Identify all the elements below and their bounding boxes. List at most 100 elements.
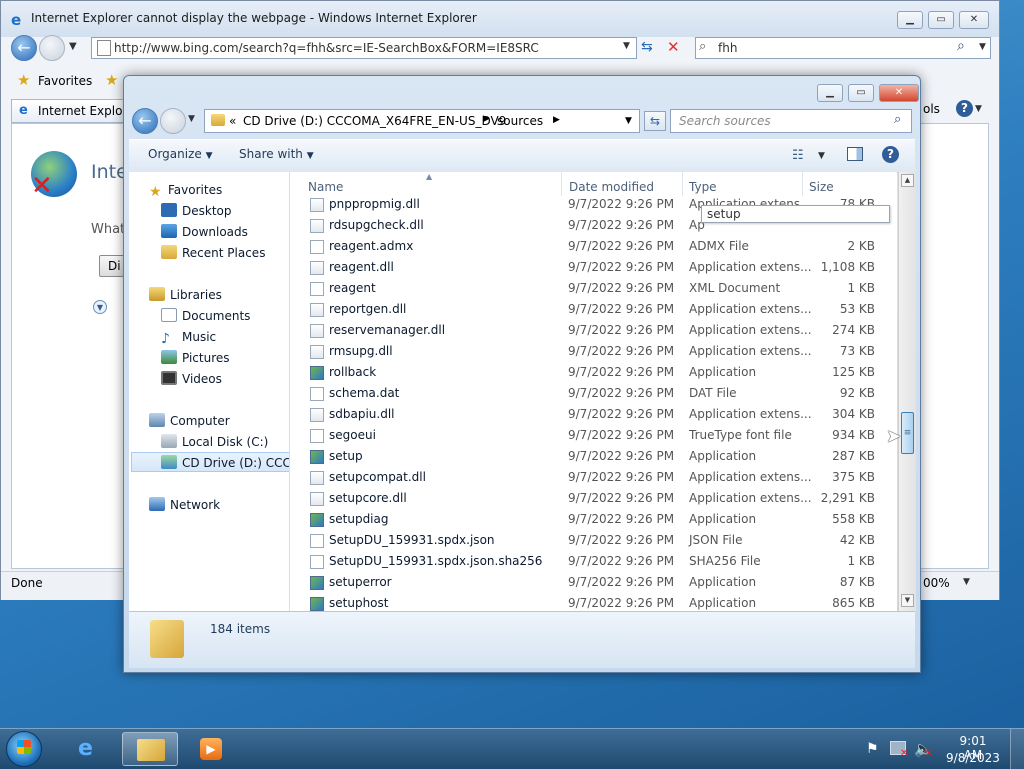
application-icon [310,597,324,611]
action-center-flag-icon[interactable]: ⚑ [866,741,879,757]
nav-network[interactable]: Network [149,495,220,515]
file-row[interactable]: sdbapiu.dll 9/7/2022 9:26 PM Application e… [290,404,897,425]
nav-recent-places[interactable]: Recent Places [161,243,265,263]
ie-maximize-button[interactable]: ▭ [928,11,954,29]
help-icon[interactable]: ? [956,100,973,117]
preview-pane-icon[interactable] [847,147,863,161]
file-row[interactable]: SetupDU_159931.spdx.json.sha256 9/7/2022 … [290,551,897,572]
zoom-dropdown-icon[interactable]: ▼ [963,577,970,587]
breadcrumb-separator-icon[interactable]: ▶ [483,114,490,124]
recent-pages-dropdown-icon[interactable]: ▼ [188,114,195,124]
computer-icon [149,413,165,427]
column-divider[interactable] [682,172,683,196]
explorer-maximize-button[interactable]: ▭ [848,84,874,102]
refresh-icon[interactable]: ⇆ [641,39,653,55]
zoom-level[interactable]: 00% [923,576,950,590]
file-row[interactable]: segoeui 9/7/2022 9:26 PM TrueType font fil… [290,425,897,446]
favorites-button[interactable]: Favorites [38,74,92,88]
refresh-icon[interactable]: ⇆ [644,111,666,131]
nav-videos[interactable]: Videos [161,369,222,389]
stop-icon[interactable]: ✕ [667,38,680,56]
file-row[interactable]: reagent.admx 9/7/2022 9:26 PM ADMX File 2 K… [290,236,897,257]
ie-close-button[interactable]: ✕ [959,11,989,29]
nav-local-disk[interactable]: Local Disk (C:) [161,432,268,452]
nav-libraries[interactable]: Libraries [149,285,222,305]
file-name: setup [329,449,363,463]
taskbar-ie[interactable]: e [60,732,116,766]
file-size: 287 KB [832,449,875,463]
nav-favorites[interactable]: ★ Favorites [149,180,222,200]
breadcrumb-separator-icon[interactable]: ▶ [553,115,560,125]
nav-pictures[interactable]: Pictures [161,348,230,368]
nav-documents[interactable]: Documents [161,306,250,326]
address-history-dropdown-icon[interactable]: ▼ [625,116,632,126]
column-header-size[interactable]: Size [809,180,834,194]
more-info-expand-icon[interactable]: ▼ [93,300,107,314]
column-header-date[interactable]: Date modified [569,180,654,194]
ie-search-box[interactable]: fhh [695,37,991,59]
column-divider[interactable] [561,172,562,196]
clock-date[interactable]: 9/8/2023 [946,751,1000,765]
nav-downloads[interactable]: Downloads [161,222,248,242]
breadcrumb-sources[interactable]: sources [497,114,543,128]
taskbar-media-player[interactable]: ▶ [184,732,240,766]
file-row[interactable]: setup 9/7/2022 9:26 PM Application 287 KB [290,446,897,467]
explorer-address-bar[interactable]: « CD Drive (D:) CCCOMA_X64FRE_EN-US_DV9 … [204,109,640,133]
explorer-search-box[interactable]: Search sources [670,109,912,133]
file-row[interactable]: setupcore.dll 9/7/2022 9:26 PM Application… [290,488,897,509]
view-options-dropdown-icon[interactable]: ▼ [818,151,825,161]
ie-minimize-button[interactable]: ▁ [897,11,923,29]
scroll-thumb[interactable]: ≡ [901,412,914,454]
nav-cd-drive[interactable]: CD Drive (D:) CCCOI [131,452,289,472]
file-row[interactable]: reservemanager.dll 9/7/2022 9:26 PM Applic… [290,320,897,341]
help-icon[interactable]: ? [882,146,899,163]
nav-label: Downloads [182,225,248,239]
breadcrumb-overflow[interactable]: « [229,114,236,128]
file-row[interactable]: reagent 9/7/2022 9:26 PM XML Document 1 KB [290,278,897,299]
file-row[interactable]: setupdiag 9/7/2022 9:26 PM Application 558 … [290,509,897,530]
scroll-down-arrow-icon[interactable]: ▼ [901,594,914,607]
ie-history-dropdown-icon[interactable]: ▼ [69,41,77,52]
search-icon[interactable]: ⌕ [894,112,901,127]
nav-computer[interactable]: Computer [149,411,230,431]
explorer-minimize-button[interactable]: ▁ [817,84,843,102]
search-icon[interactable]: ⌕ [957,38,965,54]
column-divider[interactable] [802,172,803,196]
file-row[interactable]: rmsupg.dll 9/7/2022 9:26 PM Application ex… [290,341,897,362]
local-disk-icon [161,434,177,448]
share-with-button[interactable]: Share with ▼ [239,147,314,161]
scroll-up-arrow-icon[interactable]: ▲ [901,174,914,187]
help-dropdown-icon[interactable]: ▼ [975,104,982,114]
file-date-modified: 9/7/2022 9:26 PM [568,239,675,253]
file-row[interactable]: setupcompat.dll 9/7/2022 9:26 PM Applicati… [290,467,897,488]
explorer-close-button[interactable]: ✕ [879,84,919,102]
add-favorites-icon[interactable]: ★ [105,71,118,89]
file-row[interactable]: schema.dat 9/7/2022 9:26 PM DAT File 92 KB [290,383,897,404]
change-view-icon[interactable]: ☷ [792,148,804,163]
ie-address-bar[interactable]: http://www.bing.com/search?q=fhh&src=IE-… [91,37,637,59]
file-row[interactable]: setuphost 9/7/2022 9:26 PM Application 865 … [290,593,897,611]
ie-forward-button[interactable] [39,35,65,61]
taskbar-explorer[interactable] [122,732,178,766]
file-list-scrollbar[interactable]: ▲ ≡ ▼ [898,172,916,611]
nav-desktop[interactable]: Desktop [161,201,232,221]
search-options-icon[interactable]: ▼ [979,42,986,52]
file-row[interactable]: reportgen.dll 9/7/2022 9:26 PM Application… [290,299,897,320]
breadcrumb-drive[interactable]: CD Drive (D:) CCCOMA_X64FRE_EN-US_DV9 [243,114,506,128]
file-row[interactable]: rollback 9/7/2022 9:26 PM Application 125 K… [290,362,897,383]
volume-muted-icon: ✕ [925,749,933,759]
file-row[interactable]: reagent.dll 9/7/2022 9:26 PM Application e… [290,257,897,278]
explorer-back-button[interactable]: ← [132,108,158,134]
file-row[interactable]: setuperror 9/7/2022 9:26 PM Application 87 … [290,572,897,593]
show-desktop-button[interactable] [1010,729,1024,769]
explorer-forward-button[interactable] [160,108,186,134]
tools-menu[interactable]: ols [923,102,940,116]
ie-back-button[interactable]: ← [11,35,37,61]
nav-music[interactable]: ♪ Music [161,327,216,347]
column-header-name[interactable]: Name [308,180,343,194]
file-name: reservemanager.dll [329,323,446,337]
address-dropdown-icon[interactable]: ▼ [623,41,630,51]
organize-button[interactable]: Organize ▼ [148,147,213,161]
column-header-type[interactable]: Type [689,180,717,194]
file-row[interactable]: SetupDU_159931.spdx.json 9/7/2022 9:26 PM… [290,530,897,551]
